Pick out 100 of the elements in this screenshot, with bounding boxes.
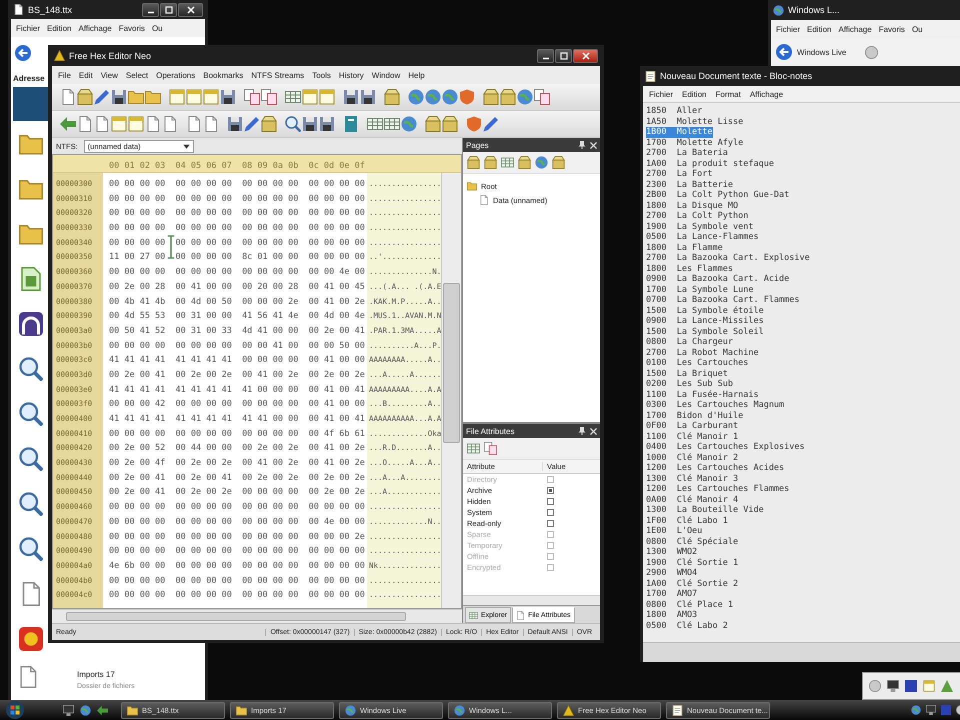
menu-item[interactable]: Edition — [807, 24, 832, 34]
file-name[interactable]: Imports 17 — [77, 670, 135, 679]
box-icon[interactable] — [77, 89, 93, 105]
window-icon[interactable] — [169, 89, 185, 105]
page-icon[interactable] — [77, 116, 93, 132]
pencil-icon[interactable] — [483, 116, 499, 132]
box-icon[interactable] — [467, 156, 480, 169]
window-icon[interactable] — [111, 116, 127, 132]
checkbox[interactable] — [547, 509, 554, 516]
two-pages-icon[interactable] — [244, 89, 260, 105]
menu-item[interactable]: Tools — [312, 70, 331, 80]
box-icon[interactable] — [484, 156, 497, 169]
two-pages-icon[interactable] — [484, 442, 497, 455]
monitor-icon[interactable] — [887, 680, 899, 692]
start-button[interactable] — [6, 701, 24, 719]
search-icon[interactable] — [285, 116, 301, 132]
home-link[interactable]: Windows Live — [797, 48, 846, 56]
search-icon[interactable] — [18, 402, 42, 426]
search-icon[interactable] — [18, 356, 42, 380]
window-icon[interactable] — [302, 89, 318, 105]
book-icon[interactable] — [343, 116, 359, 132]
menu-item[interactable]: Favoris — [878, 24, 905, 34]
shield-icon[interactable] — [459, 89, 475, 105]
arrow-icon[interactable] — [60, 116, 76, 132]
window-icon[interactable] — [319, 89, 335, 105]
menu-item[interactable]: View — [100, 70, 118, 80]
pencil-icon[interactable] — [94, 89, 110, 105]
menu-item[interactable]: Edition — [682, 90, 706, 98]
globe-icon[interactable] — [442, 89, 458, 105]
globe-icon[interactable] — [517, 89, 533, 105]
menu-item[interactable]: Edit — [78, 70, 93, 80]
menu-item[interactable]: Format — [715, 90, 741, 98]
shield-icon[interactable] — [466, 116, 482, 132]
pin-icon[interactable] — [578, 427, 586, 435]
monitor-icon[interactable] — [63, 704, 74, 716]
page-icon[interactable] — [203, 116, 219, 132]
menu-item[interactable]: History — [338, 70, 364, 80]
table-icon[interactable] — [285, 89, 301, 105]
arrow-icon[interactable] — [97, 704, 108, 716]
search-icon[interactable] — [18, 536, 42, 560]
menu-item[interactable]: Ou — [152, 24, 163, 32]
menu-item[interactable]: Bookmarks — [203, 70, 244, 80]
checkbox[interactable] — [547, 487, 554, 494]
window-icon[interactable] — [128, 116, 144, 132]
menu-item[interactable]: Affichage — [750, 90, 784, 98]
table-icon[interactable] — [501, 156, 514, 169]
box-icon[interactable] — [384, 89, 400, 105]
menu-item[interactable]: Favoris — [118, 24, 145, 32]
hex-grid[interactable] — [52, 154, 462, 609]
menu-item[interactable]: Fichier — [776, 24, 800, 34]
globe-icon[interactable] — [911, 705, 921, 715]
search-icon[interactable] — [18, 446, 42, 470]
arch-icon[interactable] — [18, 312, 42, 336]
menu-item[interactable]: Ou — [912, 24, 923, 34]
horizontal-scrollbar[interactable] — [643, 642, 960, 662]
box-icon[interactable] — [552, 156, 565, 169]
maximize-button[interactable] — [160, 2, 177, 16]
menu-item[interactable]: Fichier — [649, 90, 674, 98]
globe-icon[interactable] — [408, 89, 424, 105]
menu-item[interactable]: File — [58, 70, 71, 80]
minimize-button[interactable] — [142, 2, 159, 16]
box-icon[interactable] — [500, 89, 516, 105]
box-icon[interactable] — [261, 116, 277, 132]
search-icon[interactable] — [18, 492, 42, 516]
globe-icon[interactable] — [535, 156, 548, 169]
menu-item[interactable]: NTFS Streams — [251, 70, 304, 80]
menu-item[interactable]: Affichage — [78, 24, 112, 32]
document-icon[interactable] — [18, 266, 42, 290]
folder-icon[interactable] — [145, 89, 161, 105]
close-button[interactable] — [178, 2, 203, 16]
menu-item[interactable]: Affichage — [838, 24, 872, 34]
pin-icon[interactable] — [578, 141, 586, 149]
box-icon[interactable] — [442, 116, 458, 132]
checkbox[interactable] — [547, 520, 554, 527]
box-icon[interactable] — [518, 156, 531, 169]
maximize-button[interactable] — [555, 48, 572, 62]
window-icon[interactable] — [923, 680, 935, 692]
page-icon[interactable] — [186, 116, 202, 132]
menu-item[interactable]: Edition — [47, 24, 72, 32]
close-button[interactable] — [573, 48, 598, 62]
table-icon[interactable] — [467, 442, 480, 455]
monitor-icon[interactable] — [926, 705, 936, 715]
menu-item[interactable]: Select — [126, 70, 148, 80]
globe-icon[interactable] — [425, 89, 441, 105]
menu-item[interactable]: Window — [372, 70, 400, 80]
page-icon[interactable] — [162, 116, 178, 132]
triangle-icon[interactable] — [941, 680, 953, 692]
text-area[interactable] — [643, 102, 960, 642]
menu-item[interactable]: Help — [408, 70, 425, 80]
table-icon[interactable] — [384, 116, 400, 132]
two-pages-icon[interactable] — [261, 89, 277, 105]
globe-icon[interactable] — [401, 116, 417, 132]
page-icon[interactable] — [60, 89, 76, 105]
window-icon[interactable] — [186, 89, 202, 105]
close-icon[interactable] — [590, 428, 597, 434]
table-icon[interactable] — [367, 116, 383, 132]
box-icon[interactable] — [425, 116, 441, 132]
two-pages-icon[interactable] — [534, 89, 550, 105]
menu-item[interactable]: Operations — [156, 70, 196, 80]
app-icon[interactable] — [18, 626, 42, 650]
